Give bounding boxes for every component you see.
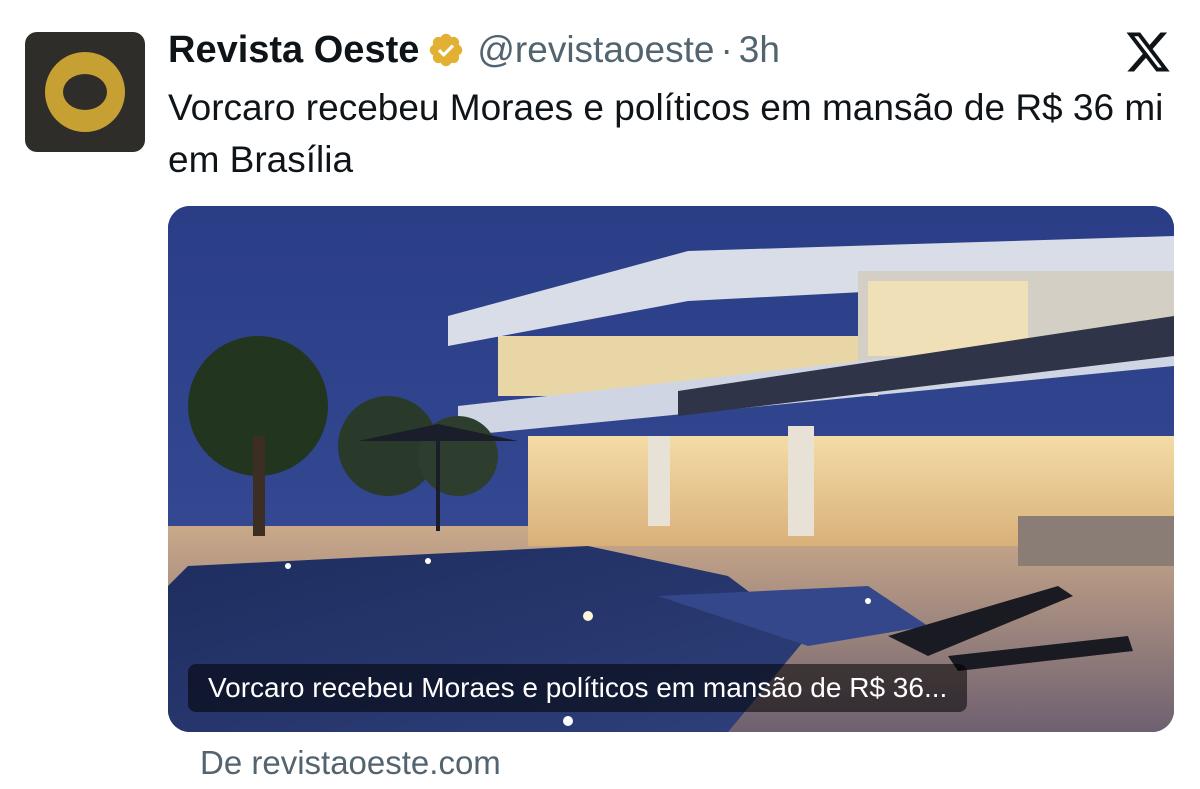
author-handle[interactable]: @revistaoeste (477, 29, 714, 71)
author-name[interactable]: Revista Oeste (168, 29, 419, 72)
revista-oeste-logo (45, 52, 125, 132)
x-logo-icon (1126, 32, 1170, 72)
tweet-header: Revista Oeste @revistaoeste · 3h (168, 24, 780, 76)
timestamp[interactable]: 3h (739, 29, 780, 71)
verified-badge-icon (430, 33, 463, 67)
link-card[interactable]: Vorcaro recebeu Moraes e políticos em ma… (168, 206, 1174, 732)
card-source-link[interactable]: De revistaoeste.com (200, 744, 501, 782)
separator-dot: · (720, 29, 733, 70)
tweet-text: Vorcaro recebeu Moraes e políticos em ma… (168, 87, 1164, 180)
author-avatar[interactable] (25, 32, 145, 152)
card-image (168, 206, 1174, 732)
card-title: Vorcaro recebeu Moraes e políticos em ma… (188, 664, 968, 712)
